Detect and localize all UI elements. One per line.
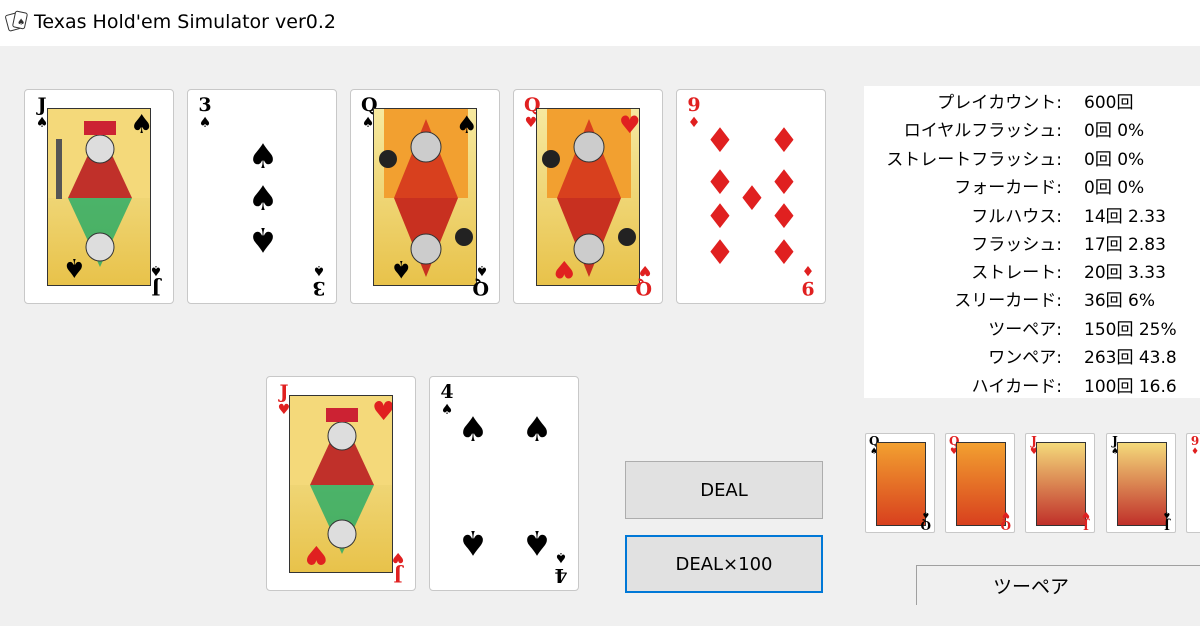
queen-face-image bbox=[956, 442, 1006, 526]
diamond-pip-icon: ♦ bbox=[736, 179, 768, 219]
card-index: 4 ♠ bbox=[440, 381, 454, 419]
svg-text:♥: ♥ bbox=[619, 111, 640, 139]
spade-pip-icon: ♠ bbox=[247, 219, 279, 259]
diamond-pip-icon: ♦ bbox=[768, 233, 800, 273]
stat-row: ワンペア: 263回 43.8 bbox=[988, 348, 1177, 368]
svg-text:♠: ♠ bbox=[390, 255, 412, 283]
card-index: 3 ♠ bbox=[312, 262, 326, 299]
board-card-2: 3 ♠ ♠ ♠ ♠ 3 ♠ bbox=[187, 89, 337, 304]
stat-row: フラッシュ: 17回 2.83 bbox=[971, 235, 1166, 255]
board-card-5: 9 ♦ ♦ ♦ ♦ ♦ ♦ ♦ ♦ ♦ ♦ 9 ♦ bbox=[676, 89, 826, 304]
board-card-4: Q ♥ ♥ ♥ Q ♥ bbox=[513, 89, 663, 304]
queen-face-image: ♥ ♥ bbox=[536, 108, 640, 286]
best-hand-card-3: J ♥ J ♥ bbox=[1025, 433, 1095, 533]
card-index: 3 ♠ bbox=[198, 94, 212, 132]
jack-face-image bbox=[1036, 442, 1086, 526]
spade-pip-icon: ♠ bbox=[457, 522, 489, 562]
stat-row: スリーカード: 36回 6% bbox=[954, 291, 1156, 311]
diamond-pip-icon: ♦ bbox=[768, 163, 800, 203]
hand-card-2: 4 ♠ ♠ ♠ ♠ ♠ 4 ♠ bbox=[429, 376, 579, 591]
stat-row: プレイカウント: 600回 bbox=[937, 93, 1134, 113]
stat-row: ストレートフラッシュ: 0回 0% bbox=[886, 150, 1145, 170]
cards-app-icon: ♠ bbox=[5, 10, 28, 32]
spade-pip-icon: ♠ bbox=[521, 522, 553, 562]
stat-row: ツーペア: 150回 25% bbox=[988, 320, 1177, 340]
stat-row: フルハウス: 14回 2.33 bbox=[971, 207, 1166, 227]
svg-text:♠: ♠ bbox=[17, 18, 25, 28]
diamond-pip-icon: ♦ bbox=[768, 197, 800, 237]
queen-face-image bbox=[876, 442, 926, 526]
svg-text:♥: ♥ bbox=[372, 397, 393, 427]
best-hand-card-2: Q ♥ Q ♥ bbox=[945, 433, 1015, 533]
board-card-3: Q ♠ ♠ ♠ Q ♠ bbox=[350, 89, 500, 304]
queen-face-image: ♠ ♠ bbox=[373, 108, 477, 286]
card-index: 9 ♦ bbox=[801, 262, 815, 299]
jack-face-image bbox=[1117, 442, 1167, 526]
svg-text:♠: ♠ bbox=[63, 252, 86, 282]
svg-text:♠: ♠ bbox=[456, 111, 477, 139]
spade-pip-icon: ♠ bbox=[247, 137, 279, 177]
hand-result-label: ツーペア bbox=[916, 565, 1200, 605]
stat-row: ストレート: 20回 3.33 bbox=[971, 263, 1166, 283]
card-index: 4 ♠ bbox=[554, 549, 568, 586]
stat-row: ハイカード: 100回 16.6 bbox=[971, 377, 1177, 397]
svg-text:♠: ♠ bbox=[130, 110, 151, 140]
spade-pip-icon: ♠ bbox=[457, 410, 489, 450]
diamond-pip-icon: ♦ bbox=[704, 233, 736, 273]
best-hand-card-4: J ♠ J ♠ bbox=[1106, 433, 1176, 533]
card-index: Q ♥ bbox=[635, 262, 652, 299]
diamond-pip-icon: ♦ bbox=[704, 121, 736, 161]
deal-100-button[interactable]: DEAL×100 bbox=[625, 535, 823, 593]
svg-text:♥: ♥ bbox=[553, 255, 575, 283]
spade-pip-icon: ♠ bbox=[247, 179, 279, 219]
window-title: Texas Hold'em Simulator ver0.2 bbox=[34, 11, 336, 33]
diamond-pip-icon: ♦ bbox=[704, 197, 736, 237]
best-hand-card-1: Q ♠ Q ♠ bbox=[865, 433, 935, 533]
hand-card-1: J ♥ ♥ ♥ J ♥ bbox=[266, 376, 416, 591]
stats-panel: プレイカウント: 600回 ロイヤルフラッシュ: 0回 0% ストレートフラッシュ:… bbox=[864, 86, 1200, 398]
card-index: J ♥ bbox=[391, 549, 405, 586]
svg-text:♥: ♥ bbox=[305, 539, 328, 569]
spade-pip-icon: ♠ bbox=[521, 410, 553, 450]
diamond-pip-icon: ♦ bbox=[704, 163, 736, 203]
best-hand-card-5: 9 ♦ bbox=[1186, 433, 1200, 533]
stat-row: フォーカード: 0回 0% bbox=[954, 178, 1145, 198]
board-card-1: J ♠ ♠ ♠ J ♠ bbox=[24, 89, 174, 304]
card-index: J ♠ bbox=[149, 262, 163, 299]
jack-face-image: ♠ ♠ bbox=[47, 108, 151, 286]
deal-button[interactable]: DEAL bbox=[625, 461, 823, 519]
title-bar: ♠ Texas Hold'em Simulator ver0.2 bbox=[0, 0, 1200, 46]
card-index: 9 ♦ bbox=[687, 94, 701, 132]
jack-face-image: ♥ ♥ bbox=[289, 395, 393, 573]
diamond-pip-icon: ♦ bbox=[768, 121, 800, 161]
card-index: Q ♠ bbox=[472, 262, 489, 299]
stat-row: ロイヤルフラッシュ: 0回 0% bbox=[903, 121, 1145, 141]
